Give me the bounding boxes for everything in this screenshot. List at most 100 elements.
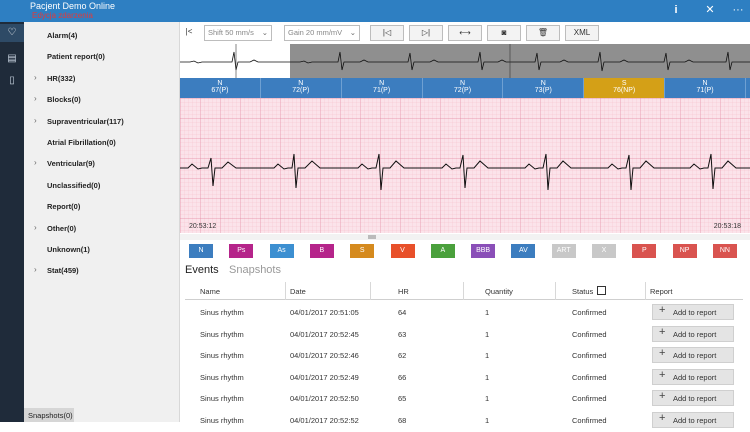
- close-icon[interactable]: ✕: [703, 3, 717, 17]
- sidebar-item-label: Unknown(1): [47, 245, 90, 254]
- beat-annotation[interactable]: N 71(P): [665, 78, 746, 98]
- beat-type-button[interactable]: S: [350, 244, 375, 258]
- beat-type-button[interactable]: V: [390, 244, 415, 258]
- ecg-overview-trace: [180, 44, 750, 78]
- beat-type-button[interactable]: Ps: [229, 244, 254, 258]
- sidebar-item[interactable]: › HR(332): [24, 71, 180, 87]
- chevron-right-icon[interactable]: ›: [34, 116, 37, 125]
- sidebar-item[interactable]: › Blocks(0): [24, 92, 180, 108]
- cell-quantity: 1: [485, 308, 490, 317]
- table-row[interactable]: Sinus rhythm 04/01/2017 20:52:45 63 1 Confir…: [185, 324, 743, 346]
- beat-type-label: N: [298, 80, 304, 87]
- sidebar-item[interactable]: Atrial Fibrillation(0): [24, 135, 180, 151]
- column-header-date: Date: [290, 287, 306, 296]
- table-row[interactable]: Sinus rhythm 04/01/2017 20:52:50 65 1 Confir…: [185, 388, 743, 410]
- chevron-right-icon[interactable]: ›: [34, 223, 37, 232]
- gain-select[interactable]: Gain 20 mm/mV ⌄: [284, 25, 360, 41]
- beat-type-button[interactable]: P: [632, 244, 657, 258]
- sidebar-item[interactable]: › Supraventricular(117): [24, 114, 180, 130]
- column-divider: [645, 282, 646, 300]
- tab-events[interactable]: Events: [185, 264, 219, 276]
- camera-icon[interactable]: ◙: [487, 25, 521, 41]
- add-to-report-button[interactable]: + Add to report: [652, 304, 734, 320]
- status-select-all-checkbox[interactable]: [597, 286, 606, 295]
- column-divider: [285, 282, 286, 300]
- beat-annotation[interactable]: N 71(P): [341, 78, 423, 98]
- scrollbar-thumb[interactable]: [368, 235, 376, 239]
- shift-select[interactable]: Shift 50 mm/s ⌄: [204, 25, 272, 41]
- plus-icon: +: [659, 390, 666, 403]
- clipboard-icon[interactable]: ▤: [5, 52, 19, 66]
- app-subtitle: Edycja zdarzenia: [32, 11, 93, 20]
- previous-event-button[interactable]: |◁: [370, 25, 404, 41]
- sidebar-item[interactable]: › Stat(459): [24, 263, 180, 279]
- table-row[interactable]: Sinus rhythm 04/01/2017 20:51:05 64 1 Confir…: [185, 302, 743, 324]
- sidebar-item[interactable]: Patient report(0): [24, 49, 180, 65]
- xml-export-button[interactable]: XML: [565, 25, 599, 41]
- chevron-right-icon[interactable]: ›: [34, 73, 37, 82]
- beat-type-button[interactable]: A: [430, 244, 455, 258]
- app-title: Pacjent Demo Online: [30, 1, 116, 11]
- beat-annotation[interactable]: N 72(P): [422, 78, 504, 98]
- beat-type-button[interactable]: As: [269, 244, 294, 258]
- sidebar-item-label: Alarm(4): [47, 31, 78, 40]
- cell-date: 04/01/2017 20:52:50: [290, 394, 359, 404]
- chevron-right-icon[interactable]: ›: [34, 265, 37, 274]
- ecg-main-trace: [180, 98, 750, 233]
- document-icon[interactable]: ▯: [5, 74, 19, 88]
- heart-monitor-icon[interactable]: ♡: [5, 26, 19, 40]
- snapshots-count-tab[interactable]: Snapshots(0): [24, 408, 74, 422]
- chevron-right-icon[interactable]: ›: [34, 94, 37, 103]
- add-to-report-button[interactable]: + Add to report: [652, 412, 734, 428]
- sidebar-item[interactable]: Unclassified(0): [24, 178, 180, 194]
- collapse-icon[interactable]: |<: [182, 25, 196, 41]
- beat-type-button[interactable]: BBB: [471, 244, 496, 258]
- sidebar-item[interactable]: Unknown(1): [24, 242, 180, 258]
- sidebar-item[interactable]: Alarm(4): [24, 28, 180, 44]
- ecg-overview-strip[interactable]: [180, 44, 750, 78]
- add-to-report-button[interactable]: + Add to report: [652, 347, 734, 364]
- beat-annotations: N 67(P) N 72(P) N 71(P) N 72(P) N 73(P) S 76(NP) N 71…: [180, 78, 750, 98]
- table-row[interactable]: Sinus rhythm 04/01/2017 20:52:46 62 1 Confir…: [185, 345, 743, 367]
- sidebar-item[interactable]: Report(0): [24, 199, 180, 215]
- cell-status: Confirmed: [572, 416, 607, 425]
- beat-type-label: N: [217, 80, 223, 87]
- add-to-report-button[interactable]: + Add to report: [652, 390, 734, 407]
- trash-icon[interactable]: 🗑: [526, 25, 560, 41]
- table-header: Name Date HR Quantity Status Report: [185, 282, 743, 300]
- sidebar-item-label: Supraventricular(117): [47, 116, 124, 126]
- next-event-button[interactable]: ▷|: [409, 25, 443, 41]
- beat-annotation[interactable]: N 67(P): [180, 78, 261, 98]
- table-row[interactable]: Sinus rhythm 04/01/2017 20:52:52 68 1 Confir…: [185, 410, 743, 432]
- cell-name: Sinus rhythm: [200, 372, 244, 382]
- cell-date: 04/01/2017 20:52:49: [290, 372, 359, 382]
- info-icon[interactable]: i: [669, 3, 683, 17]
- add-to-report-button[interactable]: + Add to report: [652, 325, 734, 342]
- add-to-report-label: Add to report: [673, 329, 717, 339]
- sidebar-item[interactable]: › Other(0): [24, 221, 180, 237]
- beat-type-button[interactable]: X: [592, 244, 616, 258]
- tab-snapshots[interactable]: Snapshots: [229, 264, 281, 276]
- ecg-main-view[interactable]: 20:53:12 20:53:18: [180, 98, 750, 233]
- beat-type-button[interactable]: B: [309, 244, 334, 258]
- fit-width-button[interactable]: ⟷: [448, 25, 482, 41]
- shift-value: Shift 50 mm/s: [208, 28, 254, 37]
- cell-status: Confirmed: [572, 351, 607, 361]
- beat-annotation[interactable]: S 76(NP): [584, 78, 666, 98]
- beat-type-label: S: [621, 80, 627, 87]
- more-icon[interactable]: ···: [731, 3, 745, 17]
- add-to-report-button[interactable]: + Add to report: [652, 368, 734, 385]
- beat-type-button[interactable]: NN: [712, 244, 737, 258]
- beat-annotation[interactable]: N 72(P): [260, 78, 342, 98]
- beat-type-button[interactable]: N: [189, 244, 213, 258]
- beat-type-button[interactable]: AV: [511, 244, 536, 258]
- chevron-down-icon: ⌄: [261, 28, 268, 37]
- beat-type-button[interactable]: NP: [672, 244, 697, 258]
- chevron-right-icon[interactable]: ›: [34, 158, 37, 167]
- beat-type-button[interactable]: ART: [551, 244, 576, 258]
- beat-annotation[interactable]: N 73(P): [503, 78, 585, 98]
- sidebar-item-label: Atrial Fibrillation(0): [47, 138, 116, 147]
- table-row[interactable]: Sinus rhythm 04/01/2017 20:52:49 66 1 Confir…: [185, 367, 743, 389]
- beat-rate-label: 76(NP): [613, 87, 636, 94]
- sidebar-item[interactable]: › Ventricular(9): [24, 156, 180, 172]
